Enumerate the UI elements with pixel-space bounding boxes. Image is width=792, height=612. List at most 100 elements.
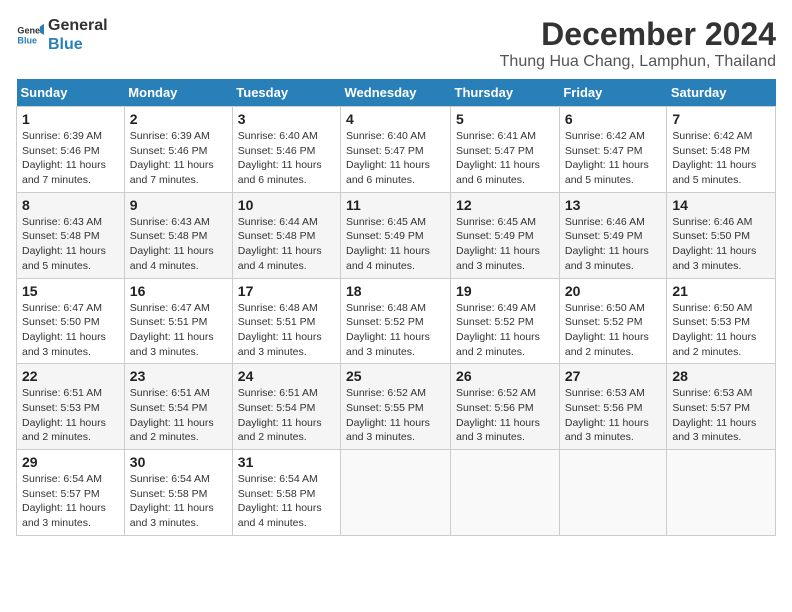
day-number: 29 <box>22 454 119 470</box>
day-detail: Sunrise: 6:50 AMSunset: 5:53 PMDaylight:… <box>672 301 770 360</box>
day-detail: Sunrise: 6:53 AMSunset: 5:56 PMDaylight:… <box>565 386 662 445</box>
calendar-cell: 21 Sunrise: 6:50 AMSunset: 5:53 PMDayligh… <box>667 278 776 364</box>
calendar-cell: 18 Sunrise: 6:48 AMSunset: 5:52 PMDayligh… <box>341 278 451 364</box>
calendar-cell: 10 Sunrise: 6:44 AMSunset: 5:48 PMDayligh… <box>232 192 340 278</box>
weekday-header-row: SundayMondayTuesdayWednesdayThursdayFrid… <box>17 79 776 107</box>
day-detail: Sunrise: 6:42 AMSunset: 5:48 PMDaylight:… <box>672 129 770 188</box>
day-number: 18 <box>346 283 445 299</box>
day-number: 10 <box>238 197 335 213</box>
calendar-cell: 28 Sunrise: 6:53 AMSunset: 5:57 PMDayligh… <box>667 364 776 450</box>
calendar-cell: 31 Sunrise: 6:54 AMSunset: 5:58 PMDayligh… <box>232 450 340 536</box>
logo-general: General <box>48 16 108 35</box>
day-number: 8 <box>22 197 119 213</box>
day-number: 17 <box>238 283 335 299</box>
day-number: 6 <box>565 111 662 127</box>
calendar-cell: 9 Sunrise: 6:43 AMSunset: 5:48 PMDaylight… <box>124 192 232 278</box>
day-number: 26 <box>456 368 554 384</box>
calendar-cell: 24Sunrise: 6:51 AMSunset: 5:54 PMDayligh… <box>232 364 340 450</box>
day-number: 23 <box>130 368 227 384</box>
day-detail: Sunrise: 6:40 AMSunset: 5:47 PMDaylight:… <box>346 129 445 188</box>
day-number: 5 <box>456 111 554 127</box>
calendar-cell: 13Sunrise: 6:46 AMSunset: 5:49 PMDayligh… <box>559 192 667 278</box>
day-detail: Sunrise: 6:41 AMSunset: 5:47 PMDaylight:… <box>456 129 554 188</box>
day-detail: Sunrise: 6:53 AMSunset: 5:57 PMDaylight:… <box>672 386 770 445</box>
day-number: 3 <box>238 111 335 127</box>
day-detail: Sunrise: 6:47 AMSunset: 5:51 PMDaylight:… <box>130 301 227 360</box>
day-detail: Sunrise: 6:51 AMSunset: 5:53 PMDaylight:… <box>22 386 119 445</box>
calendar-week-row: 29 Sunrise: 6:54 AMSunset: 5:57 PMDayligh… <box>17 450 776 536</box>
day-detail: Sunrise: 6:51 AMSunset: 5:54 PMDaylight:… <box>130 386 227 445</box>
day-number: 11 <box>346 197 445 213</box>
day-number: 15 <box>22 283 119 299</box>
calendar-cell <box>667 450 776 536</box>
day-number: 2 <box>130 111 227 127</box>
calendar-cell: 11 Sunrise: 6:45 AMSunset: 5:49 PMDayligh… <box>341 192 451 278</box>
day-detail: Sunrise: 6:45 AMSunset: 5:49 PMDaylight:… <box>346 215 445 274</box>
calendar-cell: 25 Sunrise: 6:52 AMSunset: 5:55 PMDayligh… <box>341 364 451 450</box>
location-title: Thung Hua Chang, Lamphun, Thailand <box>500 53 776 71</box>
day-number: 20 <box>565 283 662 299</box>
calendar-cell: 8Sunrise: 6:43 AMSunset: 5:48 PMDaylight… <box>17 192 125 278</box>
calendar-cell: 5 Sunrise: 6:41 AMSunset: 5:47 PMDaylight… <box>451 107 560 193</box>
day-detail: Sunrise: 6:39 AMSunset: 5:46 PMDaylight:… <box>22 129 119 188</box>
title-area: December 2024 Thung Hua Chang, Lamphun, … <box>500 16 776 71</box>
day-number: 22 <box>22 368 119 384</box>
day-number: 21 <box>672 283 770 299</box>
day-detail: Sunrise: 6:45 AMSunset: 5:49 PMDaylight:… <box>456 215 554 274</box>
day-detail: Sunrise: 6:46 AMSunset: 5:50 PMDaylight:… <box>672 215 770 274</box>
weekday-header-saturday: Saturday <box>667 79 776 107</box>
weekday-header-wednesday: Wednesday <box>341 79 451 107</box>
day-detail: Sunrise: 6:54 AMSunset: 5:58 PMDaylight:… <box>238 472 335 531</box>
calendar-cell: 23 Sunrise: 6:51 AMSunset: 5:54 PMDayligh… <box>124 364 232 450</box>
calendar-cell <box>559 450 667 536</box>
day-detail: Sunrise: 6:50 AMSunset: 5:52 PMDaylight:… <box>565 301 662 360</box>
day-number: 19 <box>456 283 554 299</box>
calendar-cell <box>451 450 560 536</box>
calendar-cell: 4 Sunrise: 6:40 AMSunset: 5:47 PMDaylight… <box>341 107 451 193</box>
calendar-cell: 12Sunrise: 6:45 AMSunset: 5:49 PMDayligh… <box>451 192 560 278</box>
calendar-week-row: 22 Sunrise: 6:51 AMSunset: 5:53 PMDayligh… <box>17 364 776 450</box>
day-number: 25 <box>346 368 445 384</box>
day-detail: Sunrise: 6:39 AMSunset: 5:46 PMDaylight:… <box>130 129 227 188</box>
day-number: 4 <box>346 111 445 127</box>
day-number: 27 <box>565 368 662 384</box>
day-number: 7 <box>672 111 770 127</box>
day-detail: Sunrise: 6:54 AMSunset: 5:57 PMDaylight:… <box>22 472 119 531</box>
day-detail: Sunrise: 6:48 AMSunset: 5:52 PMDaylight:… <box>346 301 445 360</box>
logo-blue: Blue <box>48 35 108 54</box>
day-detail: Sunrise: 6:52 AMSunset: 5:56 PMDaylight:… <box>456 386 554 445</box>
calendar-cell: 26 Sunrise: 6:52 AMSunset: 5:56 PMDayligh… <box>451 364 560 450</box>
day-number: 9 <box>130 197 227 213</box>
calendar-week-row: 1 Sunrise: 6:39 AMSunset: 5:46 PMDaylight… <box>17 107 776 193</box>
calendar-cell: 19 Sunrise: 6:49 AMSunset: 5:52 PMDayligh… <box>451 278 560 364</box>
calendar-cell: 16Sunrise: 6:47 AMSunset: 5:51 PMDayligh… <box>124 278 232 364</box>
day-number: 30 <box>130 454 227 470</box>
calendar-cell: 7 Sunrise: 6:42 AMSunset: 5:48 PMDaylight… <box>667 107 776 193</box>
page-header: General Blue General Blue General Blue D… <box>16 16 776 71</box>
calendar-week-row: 15 Sunrise: 6:47 AMSunset: 5:50 PMDayligh… <box>17 278 776 364</box>
day-detail: Sunrise: 6:49 AMSunset: 5:52 PMDaylight:… <box>456 301 554 360</box>
calendar-cell: 17 Sunrise: 6:48 AMSunset: 5:51 PMDayligh… <box>232 278 340 364</box>
day-detail: Sunrise: 6:43 AMSunset: 5:48 PMDaylight:… <box>130 215 227 274</box>
day-number: 14 <box>672 197 770 213</box>
day-detail: Sunrise: 6:44 AMSunset: 5:48 PMDaylight:… <box>238 215 335 274</box>
calendar-cell <box>341 450 451 536</box>
day-detail: Sunrise: 6:48 AMSunset: 5:51 PMDaylight:… <box>238 301 335 360</box>
day-detail: Sunrise: 6:47 AMSunset: 5:50 PMDaylight:… <box>22 301 119 360</box>
day-number: 1 <box>22 111 119 127</box>
calendar-cell: 1 Sunrise: 6:39 AMSunset: 5:46 PMDaylight… <box>17 107 125 193</box>
calendar-cell: 22 Sunrise: 6:51 AMSunset: 5:53 PMDayligh… <box>17 364 125 450</box>
calendar-cell: 6Sunrise: 6:42 AMSunset: 5:47 PMDaylight… <box>559 107 667 193</box>
weekday-header-monday: Monday <box>124 79 232 107</box>
day-number: 31 <box>238 454 335 470</box>
calendar-cell: 30Sunrise: 6:54 AMSunset: 5:58 PMDayligh… <box>124 450 232 536</box>
calendar-cell: 2 Sunrise: 6:39 AMSunset: 5:46 PMDaylight… <box>124 107 232 193</box>
month-title: December 2024 <box>500 16 776 53</box>
day-number: 28 <box>672 368 770 384</box>
logo: General Blue General Blue General Blue <box>16 16 108 54</box>
day-detail: Sunrise: 6:46 AMSunset: 5:49 PMDaylight:… <box>565 215 662 274</box>
day-detail: Sunrise: 6:52 AMSunset: 5:55 PMDaylight:… <box>346 386 445 445</box>
calendar-cell: 27 Sunrise: 6:53 AMSunset: 5:56 PMDayligh… <box>559 364 667 450</box>
day-number: 24 <box>238 368 335 384</box>
calendar-cell: 29 Sunrise: 6:54 AMSunset: 5:57 PMDayligh… <box>17 450 125 536</box>
